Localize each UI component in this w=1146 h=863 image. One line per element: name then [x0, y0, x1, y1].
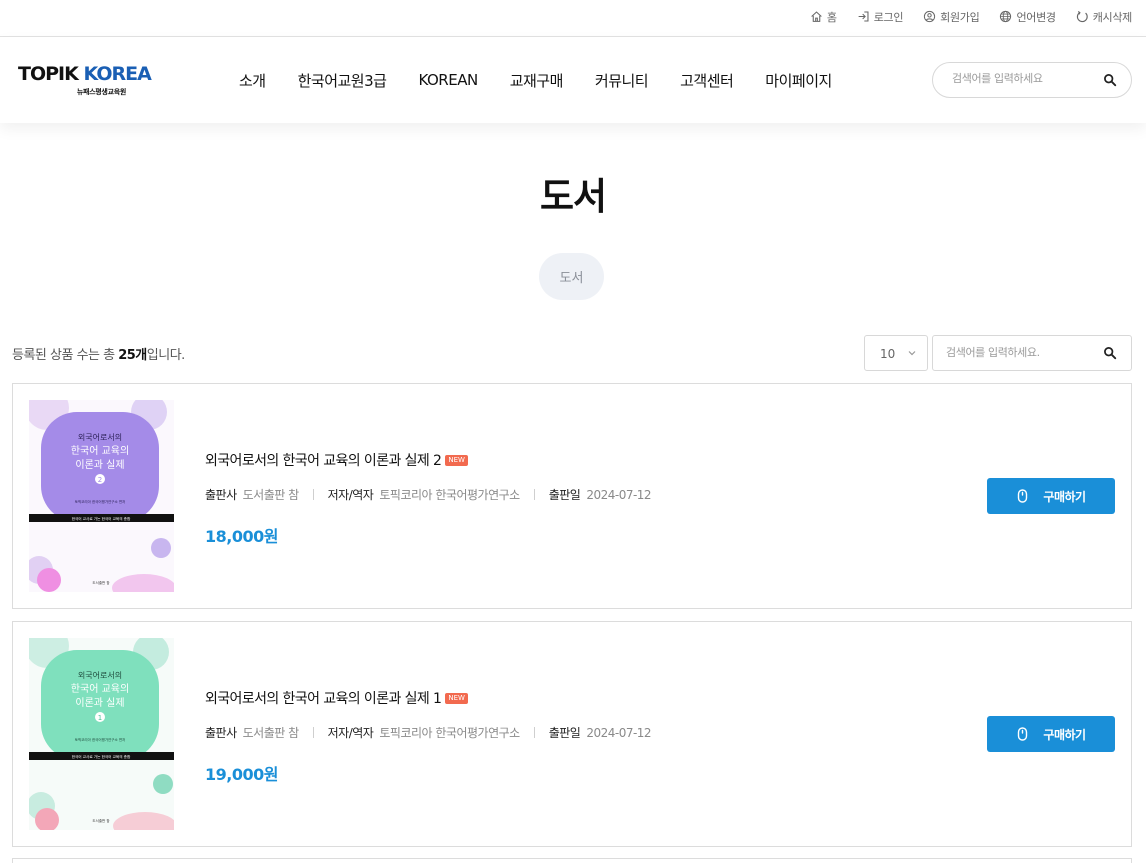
book-cover-image[interactable]: 외국어로서의 한국어 교육의 이론과 실제 2 토픽코리아 한국어평가연구소 편…	[29, 400, 174, 592]
nav-item-customer-center[interactable]: 고객센터	[680, 70, 734, 91]
cover-publisher-mark: 도서출판 참	[92, 818, 110, 823]
cover-publisher-mark: 도서출판 참	[92, 580, 110, 585]
product-title-text: 외국어로서의 한국어 교육의 이론과 실제 2	[205, 453, 442, 469]
globe-icon	[1000, 10, 1012, 23]
count-value: 25개	[118, 348, 147, 363]
search-icon[interactable]	[1103, 73, 1117, 87]
home-link[interactable]: 홈	[810, 9, 837, 25]
author-value: 토픽코리아 한국어평가연구소	[379, 488, 520, 502]
publisher-label: 출판사	[205, 726, 237, 740]
meta-divider	[312, 727, 314, 738]
logo-korea-text: KOREA	[83, 63, 151, 85]
cache-clear-link[interactable]: 캐시삭제	[1076, 9, 1132, 25]
publisher-value: 도서출판 참	[242, 488, 300, 502]
login-label: 로그인	[873, 10, 904, 24]
publish-date-value: 2024-07-12	[586, 487, 652, 502]
home-icon	[811, 11, 822, 22]
page-title: 도서	[539, 175, 607, 218]
product-meta: 출판사 도서출판 참 저자/역자 토픽코리아 한국어평가연구소 출판일 2024…	[205, 724, 652, 741]
cover-line-3: 이론과 실제	[75, 697, 124, 709]
mouse-icon	[1018, 727, 1028, 741]
nav-item-community[interactable]: 커뮤니티	[595, 70, 649, 91]
search-icon[interactable]	[1103, 346, 1117, 360]
header-search-input[interactable]	[952, 72, 1097, 85]
signup-label: 회원가입	[940, 10, 980, 24]
logo-subtitle: 뉴패스평생교육원	[76, 88, 126, 96]
author-value: 토픽코리아 한국어평가연구소	[379, 726, 520, 740]
utility-bar: 홈 로그인 회원가입 언어변경 캐시삭제	[0, 0, 1146, 37]
product-count-text: 등록된 상품 수는 총 25개입니다.	[12, 344, 185, 363]
cover-band-text: 한국어 교사로 가는 한국어 교육의 총합	[72, 754, 131, 759]
publisher-label: 출판사	[205, 488, 237, 502]
logo-topik-text: TOPIK	[18, 63, 79, 85]
cover-line-1: 외국어로서의	[78, 670, 122, 680]
cache-clear-label: 캐시삭제	[1092, 10, 1133, 24]
product-price: 18,000원	[205, 527, 278, 546]
nav-item-textbook-purchase[interactable]: 교재구매	[510, 70, 564, 91]
product-card-partial	[12, 858, 1132, 863]
product-title[interactable]: 외국어로서의 한국어 교육의 이론과 실제 1 NEW	[205, 688, 468, 708]
cover-line-3: 이론과 실제	[75, 459, 124, 471]
cover-authors: 토픽코리아 한국어평가연구소 편저	[75, 499, 126, 504]
cover-volume: 1	[98, 714, 102, 722]
utility-links: 홈 로그인 회원가입 언어변경 캐시삭제	[810, 0, 1132, 33]
cover-authors: 토픽코리아 한국어평가연구소 편저	[75, 737, 126, 742]
login-icon	[858, 11, 869, 22]
main-header: TOPIK KOREA 뉴패스평생교육원 소개 한국어교원3급 KOREAN 교…	[0, 37, 1146, 123]
publisher-value: 도서출판 참	[242, 726, 300, 740]
nav-item-intro[interactable]: 소개	[239, 70, 266, 91]
buy-button-label: 구매하기	[1043, 727, 1086, 742]
meta-divider	[533, 489, 535, 500]
new-badge: NEW	[445, 692, 468, 704]
home-label: 홈	[826, 10, 837, 24]
logo-wordmark: TOPIK KOREA	[18, 63, 152, 85]
buy-button[interactable]: 구매하기	[987, 478, 1115, 514]
count-prefix: 등록된 상품 수는 총	[12, 348, 119, 363]
meta-divider	[312, 489, 314, 500]
site-logo[interactable]: TOPIK KOREA 뉴패스평생교육원	[18, 63, 152, 101]
cover-line-1: 외국어로서의	[78, 432, 122, 442]
new-badge: NEW	[445, 454, 468, 466]
list-search-input[interactable]	[946, 346, 1096, 359]
publish-date-label: 출판일	[548, 726, 581, 740]
mouse-icon	[1018, 489, 1028, 503]
user-circle-icon	[924, 10, 936, 23]
language-link[interactable]: 언어변경	[999, 9, 1056, 25]
refresh-icon	[1076, 11, 1088, 23]
page-size-select[interactable]: 10	[864, 335, 928, 371]
product-card: 외국어로서의 한국어 교육의 이론과 실제 2 토픽코리아 한국어평가연구소 편…	[12, 383, 1132, 609]
main-nav: 소개 한국어교원3급 KOREAN 교재구매 커뮤니티 고객센터 마이페이지	[239, 37, 864, 123]
page-size-value: 10	[880, 347, 896, 361]
buy-button[interactable]: 구매하기	[987, 716, 1115, 752]
nav-item-mypage[interactable]: 마이페이지	[765, 70, 832, 91]
author-label: 저자/역자	[327, 488, 374, 502]
product-title[interactable]: 외국어로서의 한국어 교육의 이론과 실제 2 NEW	[205, 450, 468, 470]
author-label: 저자/역자	[327, 726, 374, 740]
language-label: 언어변경	[1016, 10, 1056, 24]
buy-button-label: 구매하기	[1043, 489, 1086, 504]
cover-band-text: 한국어 교사로 가는 한국어 교육의 총합	[72, 516, 131, 521]
chevron-down-icon	[908, 351, 916, 356]
book-cover-image[interactable]: 외국어로서의 한국어 교육의 이론과 실제 1 토픽코리아 한국어평가연구소 편…	[29, 638, 174, 830]
cover-volume: 2	[98, 476, 102, 484]
signup-link[interactable]: 회원가입	[923, 9, 980, 25]
product-title-text: 외국어로서의 한국어 교육의 이론과 실제 1	[205, 691, 442, 707]
count-suffix: 입니다.	[146, 348, 186, 363]
product-price: 19,000원	[205, 765, 278, 784]
product-meta: 출판사 도서출판 참 저자/역자 토픽코리아 한국어평가연구소 출판일 2024…	[205, 486, 652, 503]
cover-line-2: 한국어 교육의	[71, 683, 129, 695]
cover-line-2: 한국어 교육의	[71, 445, 129, 457]
header-search-box	[932, 62, 1132, 98]
publish-date-value: 2024-07-12	[586, 725, 652, 740]
list-search-box	[932, 335, 1132, 371]
category-tab-books[interactable]: 도서	[539, 253, 604, 300]
login-link[interactable]: 로그인	[857, 9, 903, 25]
meta-divider	[533, 727, 535, 738]
product-card: 외국어로서의 한국어 교육의 이론과 실제 1 토픽코리아 한국어평가연구소 편…	[12, 621, 1132, 847]
publish-date-label: 출판일	[548, 488, 581, 502]
nav-item-teacher-level3[interactable]: 한국어교원3급	[298, 70, 387, 91]
nav-item-korean[interactable]: KOREAN	[418, 71, 478, 89]
